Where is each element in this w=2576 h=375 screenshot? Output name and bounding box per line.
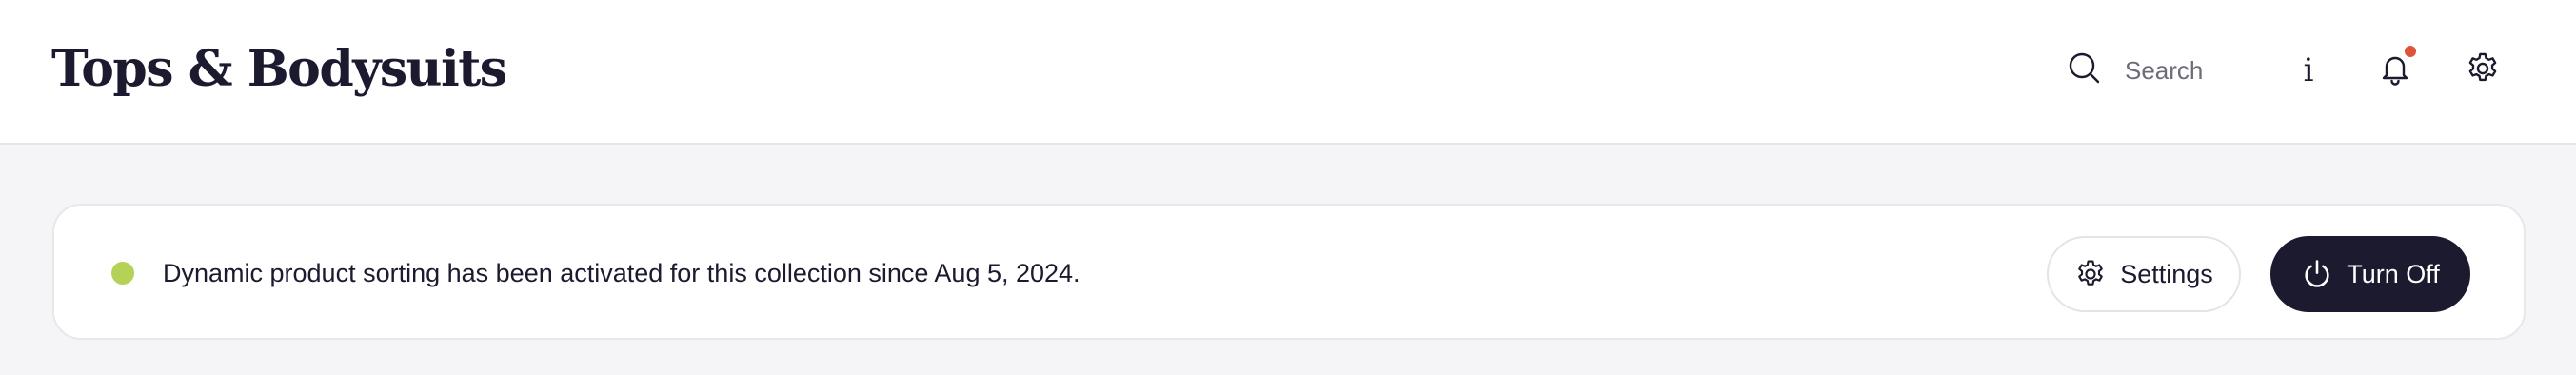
settings-icon-button[interactable] bbox=[2454, 42, 2511, 99]
page-title: Tops & Bodysuits bbox=[51, 40, 507, 98]
gear-icon bbox=[2078, 260, 2104, 286]
settings-button[interactable]: Settings bbox=[2047, 236, 2241, 312]
notifications-button[interactable] bbox=[2367, 42, 2424, 99]
info-button[interactable]: i bbox=[2280, 42, 2337, 99]
turn-off-button[interactable]: Turn Off bbox=[2270, 236, 2470, 312]
search-icon bbox=[2066, 49, 2104, 92]
gear-icon bbox=[2465, 50, 2501, 91]
turn-off-button-label: Turn Off bbox=[2347, 259, 2440, 288]
settings-button-label: Settings bbox=[2120, 259, 2213, 288]
status-indicator bbox=[111, 262, 134, 285]
search-input[interactable] bbox=[2125, 55, 2239, 86]
notification-dot bbox=[2405, 46, 2416, 57]
search-box[interactable] bbox=[2066, 44, 2239, 97]
top-bar: Tops & Bodysuits i bbox=[0, 0, 2576, 145]
status-message: Dynamic product sorting has been activat… bbox=[163, 259, 1080, 287]
power-icon bbox=[2305, 260, 2329, 287]
info-icon: i bbox=[2303, 51, 2314, 89]
sorting-status-banner: Dynamic product sorting has been activat… bbox=[52, 204, 2526, 340]
